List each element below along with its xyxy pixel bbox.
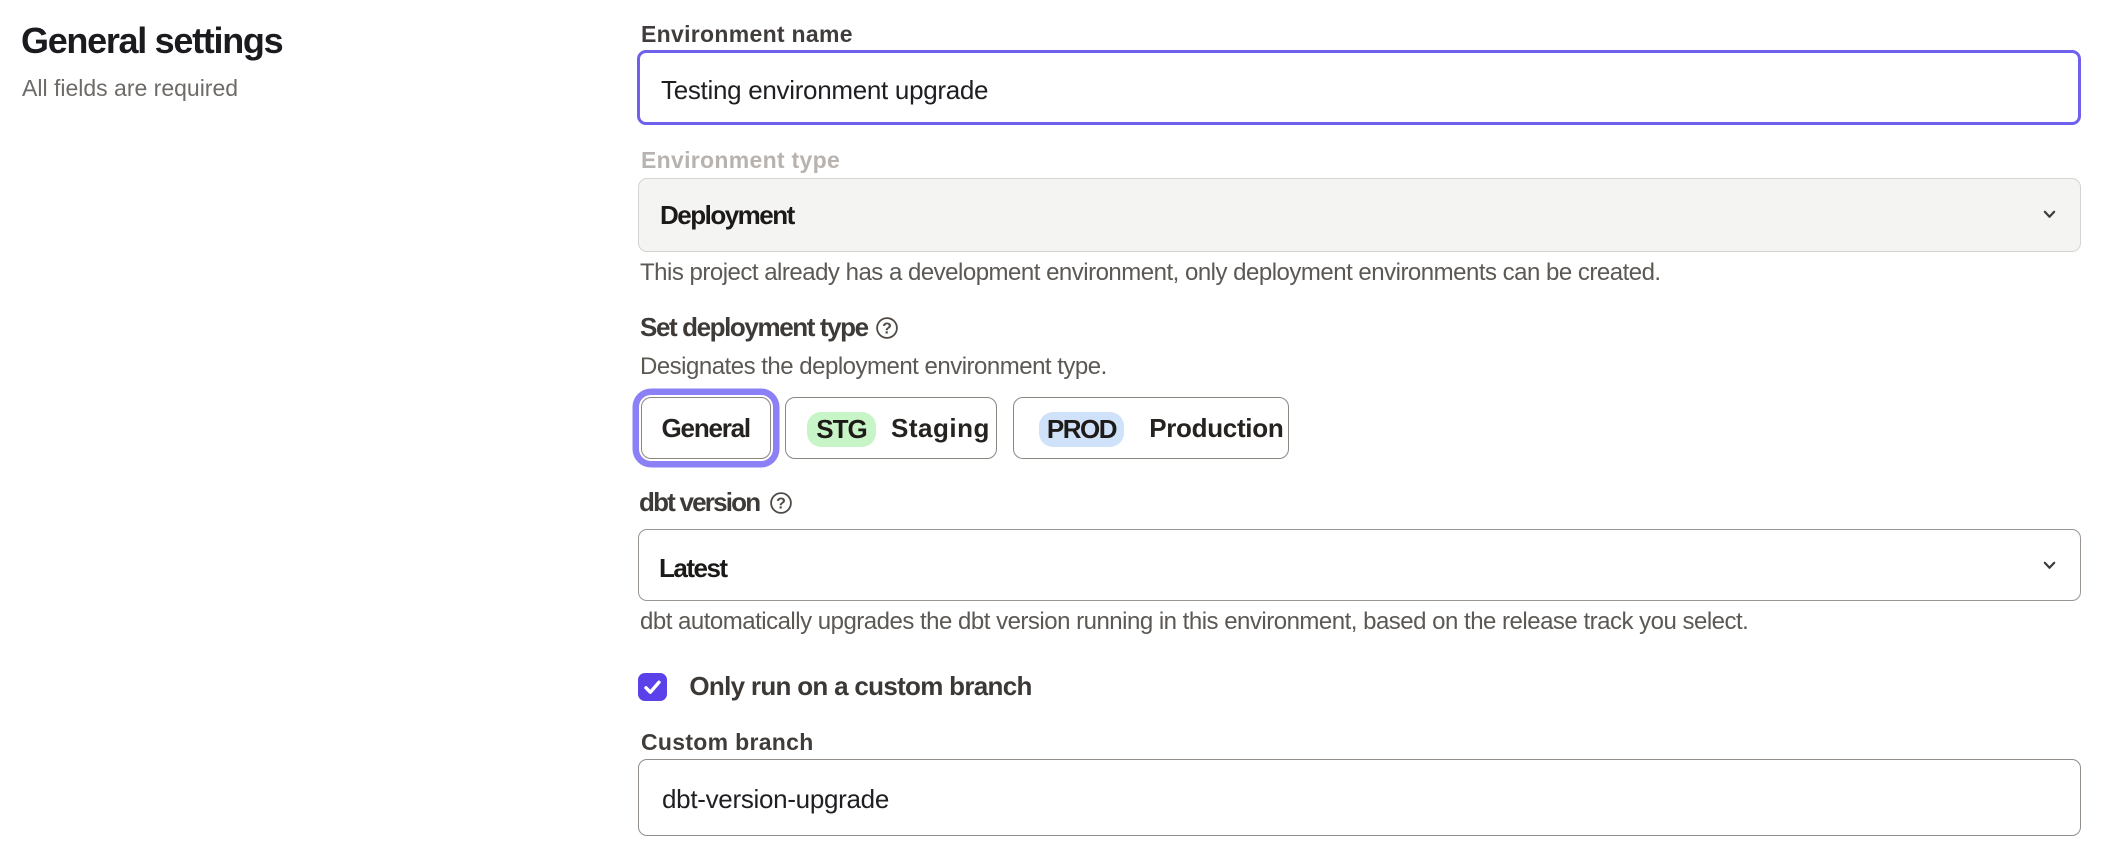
svg-text:?: ? [882, 321, 892, 338]
svg-text:?: ? [776, 495, 786, 512]
